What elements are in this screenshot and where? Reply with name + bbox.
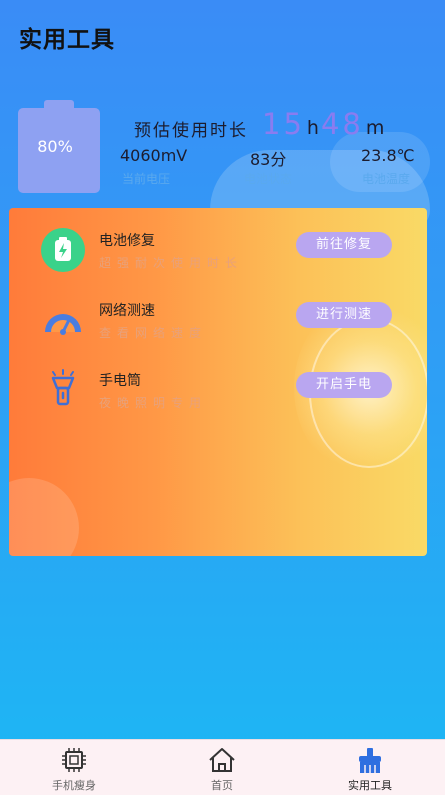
- network-speed-button[interactable]: 进行测速: [296, 302, 392, 328]
- estimate-hours: 15: [262, 107, 305, 141]
- tab-utility-tools[interactable]: 实用工具: [310, 740, 430, 795]
- page-title: 实用工具: [19, 27, 115, 53]
- flashlight-icon: [51, 369, 75, 406]
- tab-label-utility-tools: 实用工具: [348, 779, 392, 792]
- chip-icon: [62, 748, 86, 772]
- tab-label-phone-cleanup: 手机瘦身: [52, 779, 96, 792]
- voltage-value: 4060mV: [120, 146, 188, 165]
- flashlight-button[interactable]: 开启手电: [296, 372, 392, 398]
- tool-row-network-speed: 网络测速 查看网络速度 进行测速: [9, 298, 427, 358]
- estimate-minutes-unit: m: [365, 117, 385, 139]
- temperature-value: 23.8℃: [361, 146, 415, 165]
- tool-title-battery-repair: 电池修复: [99, 233, 155, 249]
- brush-icon: [359, 748, 381, 773]
- tool-subtitle-flashlight: 夜晚照明专用: [99, 396, 208, 410]
- battery-repair-icon: [41, 228, 85, 272]
- estimate-minutes: 48: [320, 107, 364, 141]
- tool-title-network-speed: 网络测速: [99, 303, 155, 319]
- voltage-label: 当前电压: [122, 172, 171, 186]
- temperature-label: 电池温度: [362, 172, 411, 186]
- estimate-hours-unit: h: [306, 117, 319, 139]
- estimate-label: 预估使用时长: [134, 121, 248, 141]
- home-icon: [209, 748, 235, 772]
- tool-row-flashlight: 手电筒 夜晚照明专用 开启手电: [9, 368, 427, 428]
- bottom-tab-bar: 手机瘦身 首页 实用工具: [0, 739, 445, 795]
- tool-subtitle-battery-repair: 超强耐次使用时长: [99, 256, 244, 270]
- battery-percent: 80%: [37, 137, 73, 156]
- tool-subtitle-network-speed: 查看网络速度: [99, 326, 208, 340]
- tool-row-battery-repair: 电池修复 超强耐次使用时长 前往修复: [9, 228, 427, 288]
- battery-repair-button[interactable]: 前往修复: [296, 232, 392, 258]
- tools-card: 电池修复 超强耐次使用时长 前往修复 网络测速 查看网络速度 进行测速 手电筒 …: [9, 208, 427, 556]
- battery-state-label: 电池状态: [244, 172, 293, 186]
- tool-title-flashlight: 手电筒: [99, 373, 141, 389]
- tab-label-home: 首页: [211, 779, 233, 792]
- decor-circle: [9, 478, 79, 556]
- estimate-time: 15 h48 m: [262, 107, 386, 141]
- battery-state-value: 83分: [250, 150, 287, 169]
- speedometer-icon: [45, 314, 81, 335]
- tab-phone-cleanup[interactable]: 手机瘦身: [14, 740, 134, 795]
- tab-home[interactable]: 首页: [162, 740, 282, 795]
